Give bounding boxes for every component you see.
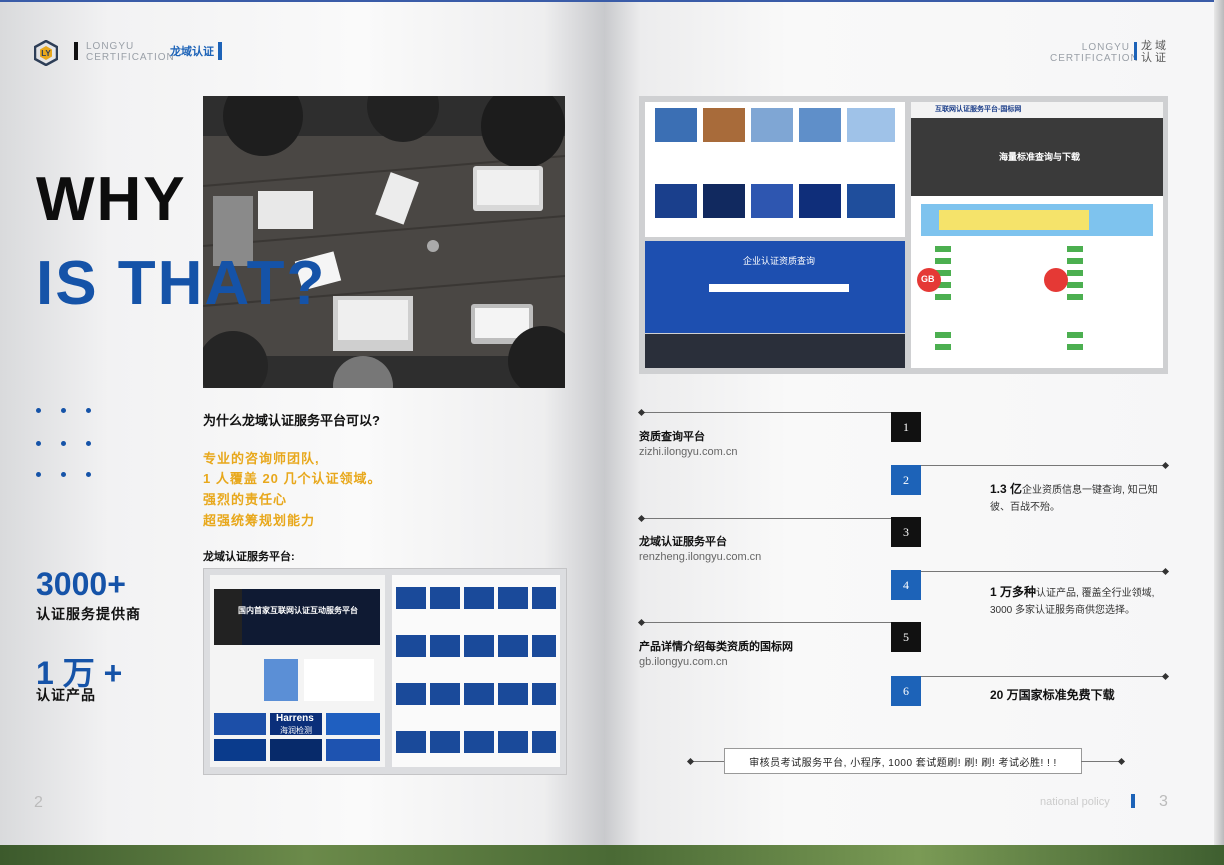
item-title: 产品详情介绍每类资质的国标网	[639, 641, 793, 653]
timeline-line	[641, 622, 891, 623]
timeline-line	[641, 518, 891, 519]
timeline-line	[921, 465, 1166, 466]
screenshot-gb-badge: GB	[921, 274, 935, 284]
reason-line: 超强统筹规划能力	[203, 513, 316, 528]
step-number-4: 4	[891, 570, 921, 600]
exam-platform-note: 审核员考试服务平台, 小程序, 1000 套试题刷! 刷! 刷! 考试必胜! !…	[724, 748, 1082, 774]
page-number-left: 2	[34, 794, 43, 811]
websites-screenshot: 互联网认证服务平台-国标网 海量标准查询与下载 企业认证资质查询 GB	[639, 96, 1168, 374]
background-grass	[0, 845, 1224, 865]
question-heading: 为什么龙域认证服务平台可以?	[203, 413, 380, 428]
reason-line: 强烈的责任心	[203, 492, 288, 507]
screenshot-hero-text: 海量标准查询与下载	[999, 152, 1081, 162]
item-description: 1.3 亿企业资质信息一键查询, 知己知彼、百战不殆。	[990, 482, 1158, 513]
headline-why: WHY	[36, 165, 187, 234]
screenshot-banner-text: 国内首家互联网认证互动服务平台	[238, 606, 358, 615]
step-number-2: 2	[891, 465, 921, 495]
screenshot-harrens: Harrens	[276, 713, 314, 724]
timeline-line	[641, 412, 891, 413]
step-number-6: 6	[891, 676, 921, 706]
note-line-left	[690, 761, 724, 762]
item-title: 资质查询平台	[639, 431, 705, 443]
stat-providers-value: 3000+	[36, 566, 126, 602]
item-description: 1 万多种认证产品, 覆盖全行业领域, 3000 多家认证服务商供您选择。	[990, 585, 1155, 616]
item-description: 20 万国家标准免费下载	[990, 688, 1115, 702]
page-number-right: 3	[1159, 793, 1168, 810]
item-url: renzheng.ilongyu.com.cn	[639, 551, 762, 563]
timeline-line	[921, 571, 1166, 572]
item-title: 龙域认证服务平台	[639, 536, 727, 548]
headline-is-that: IS THAT?	[36, 249, 327, 318]
note-line-right	[1081, 761, 1121, 762]
platform-label: 龙域认证服务平台:	[203, 551, 295, 563]
screenshot-harrens-cn: 海润检测	[280, 726, 312, 735]
longyu-logo-icon: LY	[34, 40, 58, 66]
brand-accent-bar	[218, 42, 222, 60]
stat-providers-label: 认证服务提供商	[36, 606, 141, 622]
screenshot-site-title: 互联网认证服务平台-国标网	[935, 106, 1022, 113]
step-number-3: 3	[891, 517, 921, 547]
item-url: gb.ilongyu.com.cn	[639, 656, 728, 668]
dot-grid-decoration	[36, 408, 106, 488]
page-edge	[1214, 0, 1224, 855]
footer-text: national policy	[1040, 796, 1110, 808]
item-url: zizhi.ilongyu.com.cn	[639, 446, 738, 458]
platform-screenshot: 国内首家互联网认证互动服务平台 Harrens 海润检测	[203, 568, 567, 775]
brand-english: LONGYU CERTIFICATION	[1050, 42, 1139, 64]
brand-chinese: 龙 域认 证	[1141, 40, 1167, 64]
step-number-5: 5	[891, 622, 921, 652]
top-border	[0, 0, 1224, 2]
reason-line: 1 人覆盖 20 几个认证领域。	[203, 471, 382, 486]
step-number-1: 1	[891, 412, 921, 442]
footer-accent-bar	[1131, 794, 1135, 808]
reason-line: 专业的咨询师团队,	[203, 451, 320, 466]
timeline-line	[921, 676, 1166, 677]
meeting-photo	[203, 96, 565, 388]
brand-accent-bar	[1134, 42, 1137, 60]
brand-english: LONGYU CERTIFICATION	[86, 41, 175, 63]
brand-chinese: 龙域认证	[170, 46, 214, 58]
brand-divider	[74, 42, 78, 60]
stat-products-label: 认证产品	[36, 687, 96, 703]
brochure-spread: LY LONGYU CERTIFICATION 龙域认证 WHY IS THAT…	[0, 0, 1224, 855]
svg-text:LY: LY	[41, 49, 51, 58]
screenshot-search-title: 企业认证资质查询	[743, 256, 816, 266]
